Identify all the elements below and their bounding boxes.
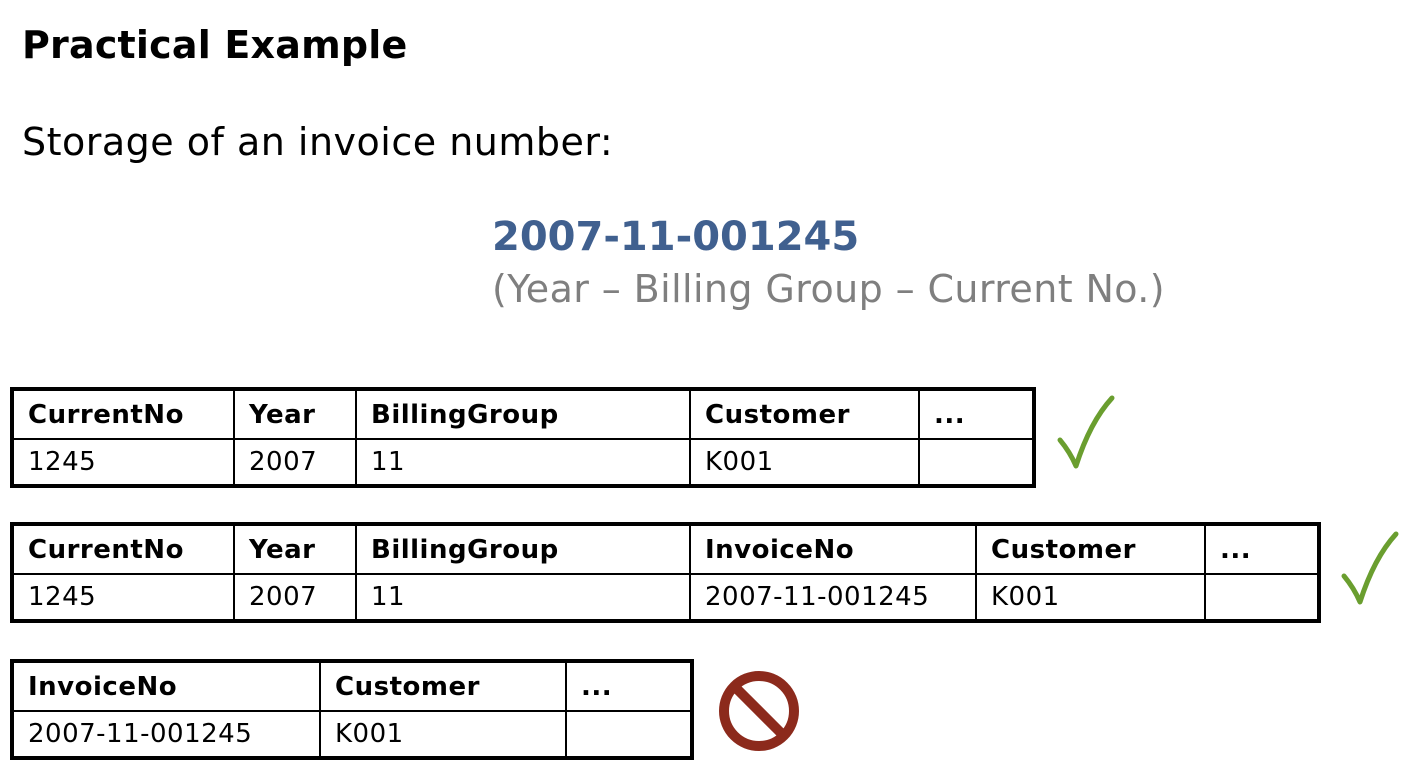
table-cell: K001 [975,573,1206,622]
table-cell: K001 [689,438,920,487]
table-header-row: CurrentNo Year BillingGroup InvoiceNo Cu… [11,523,1320,575]
prohibited-icon [719,671,799,751]
table-cell: 11 [355,573,691,622]
column-header: Year [233,388,357,440]
table-header-row: InvoiceNo Customer ... [11,660,693,712]
table-cell: 1245 [11,438,235,487]
column-header: InvoiceNo [11,660,321,712]
column-header: InvoiceNo [689,523,977,575]
table-cell [565,710,693,759]
table-cell [1204,573,1320,622]
column-header: BillingGroup [355,523,691,575]
table-cell: 11 [355,438,691,487]
column-header: CurrentNo [11,523,235,575]
table-row: 2007-11-001245 K001 [11,710,693,759]
table-cell: K001 [319,710,567,759]
table-cell: 2007-11-001245 [11,710,321,759]
page-title: Practical Example [22,23,408,67]
table-cell: 2007-11-001245 [689,573,977,622]
column-header: ... [918,388,1035,440]
table-cell [918,438,1035,487]
column-header: BillingGroup [355,388,691,440]
column-header: ... [1204,523,1320,575]
invoice-number-legend: (Year – Billing Group – Current No.) [492,267,1165,311]
column-header: Customer [689,388,920,440]
column-header: Year [233,523,357,575]
table-row: 1245 2007 11 2007-11-001245 K001 [11,573,1320,622]
checkmark-icon [1341,531,1399,605]
column-header: Customer [319,660,567,712]
intro-text: Storage of an invoice number: [22,120,614,164]
table-header-row: CurrentNo Year BillingGroup Customer ... [11,388,1035,440]
checkmark-icon [1057,395,1115,469]
table-row: 1245 2007 11 K001 [11,438,1035,487]
schema-table-3: InvoiceNo Customer ... 2007-11-001245 K0… [10,659,694,760]
table-cell: 1245 [11,573,235,622]
column-header: CurrentNo [11,388,235,440]
schema-table-1: CurrentNo Year BillingGroup Customer ...… [10,387,1036,488]
invoice-number-example: 2007-11-001245 [492,214,860,260]
column-header: Customer [975,523,1206,575]
schema-table-2: CurrentNo Year BillingGroup InvoiceNo Cu… [10,522,1321,623]
table-cell: 2007 [233,573,357,622]
table-cell: 2007 [233,438,357,487]
column-header: ... [565,660,693,712]
